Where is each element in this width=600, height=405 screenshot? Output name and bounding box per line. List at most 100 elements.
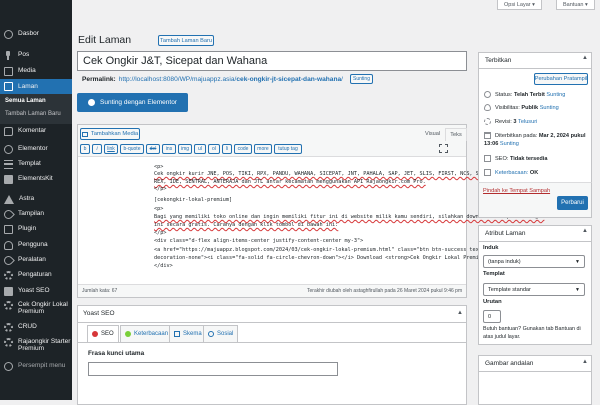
menu-templates[interactable]: Templat xyxy=(0,157,72,171)
gear-icon xyxy=(4,322,13,332)
menu-elementskit[interactable]: ElementsKit xyxy=(0,172,72,186)
chevron-up-icon[interactable]: ▲ xyxy=(582,359,588,365)
menu-cek-ongkir[interactable]: Cek Ongkir Lokal Premium xyxy=(0,298,72,320)
chevron-up-icon[interactable]: ▲ xyxy=(582,228,588,234)
pin-icon xyxy=(4,50,13,60)
gear-icon xyxy=(4,338,13,347)
media-icon xyxy=(81,131,88,137)
screen-options-tab[interactable]: Opsi Layar ▾ xyxy=(497,0,542,10)
yoast-tab-social[interactable]: Sosial xyxy=(203,325,239,342)
order-input[interactable]: 0 xyxy=(483,310,501,323)
qt-blockquote[interactable]: b-quote xyxy=(120,144,144,154)
help-tab[interactable]: Bantuan ▾ xyxy=(556,0,595,10)
revisions-browse-link[interactable]: Telusuri xyxy=(518,119,537,125)
yoast-seo-icon xyxy=(484,155,491,162)
qt-ul[interactable]: ul xyxy=(194,144,206,154)
add-new-page-button[interactable]: Tambah Laman Baru xyxy=(158,35,214,46)
astra-icon xyxy=(4,194,14,204)
user-icon xyxy=(4,240,13,250)
menu-astra[interactable]: Astra xyxy=(0,192,72,206)
submenu-all-pages[interactable]: Semua Laman xyxy=(5,98,46,104)
qt-more[interactable]: more xyxy=(254,144,272,154)
edit-with-elementor-button[interactable]: Sunting dengan Elementor xyxy=(77,93,188,112)
tab-text[interactable]: Teks xyxy=(445,128,467,141)
collapse-icon xyxy=(4,361,13,371)
menu-users[interactable]: Pengguna xyxy=(0,238,72,252)
menu-crud[interactable]: CRUD xyxy=(0,320,72,334)
qt-del[interactable]: del xyxy=(146,144,160,154)
update-button[interactable]: Perbarui xyxy=(557,196,588,210)
revisions-icon xyxy=(484,118,491,125)
menu-tools[interactable]: Peralatan xyxy=(0,253,72,267)
divider xyxy=(77,342,467,343)
templates-icon xyxy=(4,159,13,169)
visibility-edit-link[interactable]: Sunting xyxy=(540,105,559,111)
menu-yoast[interactable]: Yoast SEO xyxy=(0,284,72,298)
published-edit-link[interactable]: Sunting xyxy=(500,141,519,147)
parent-label: Induk xyxy=(483,245,499,251)
share-icon xyxy=(208,331,214,337)
code-line: [cekongkir-lokal-premium] xyxy=(154,197,233,203)
qt-bold[interactable]: b xyxy=(80,144,90,154)
menu-collapse[interactable]: Persempit menu xyxy=(0,359,72,373)
qt-code[interactable]: code xyxy=(234,144,252,154)
template-select[interactable]: Template standar ▼ xyxy=(483,283,585,296)
qt-li[interactable]: li xyxy=(222,144,232,154)
yoast-tab-readability[interactable]: Keterbacaan xyxy=(120,325,174,342)
readability-dot-icon xyxy=(125,331,131,337)
gear-icon xyxy=(4,301,13,310)
brush-icon xyxy=(2,207,15,221)
elementor-icon xyxy=(88,99,95,106)
permalink-url[interactable]: http://localhost:8080/WP/majuappz.asia/c… xyxy=(119,76,343,83)
qt-link[interactable]: link xyxy=(104,144,118,154)
qt-italic[interactable]: i xyxy=(92,144,102,154)
menu-media[interactable]: Media xyxy=(0,64,72,78)
menu-plugins[interactable]: Plugin xyxy=(0,222,72,236)
trash-link[interactable]: Pindah ke Tempat Sampah xyxy=(483,188,550,194)
qt-close-tags[interactable]: tutup tag xyxy=(274,144,302,154)
qt-ins[interactable]: ins xyxy=(162,144,176,154)
last-edited: Terakhir diubah oleh astaghfirullah pada… xyxy=(307,288,463,294)
menu-settings[interactable]: Pengaturan xyxy=(0,268,72,282)
menu-appearance[interactable]: Tampilan xyxy=(0,207,72,221)
title-input[interactable]: Cek Ongkir J&T, Sicepat dan Wahana xyxy=(77,51,467,71)
focus-keyphrase-input[interactable] xyxy=(88,362,338,376)
menu-comments[interactable]: Komentar xyxy=(0,124,72,138)
status-edit-link[interactable]: Sunting xyxy=(546,92,565,98)
code-line: <div class="d-flex align-items-center ju… xyxy=(154,238,364,244)
published-time-row: 13:06 Sunting xyxy=(484,141,519,147)
page-title: Edit Laman xyxy=(78,34,132,46)
code-line: decoration-none"><i class="fa-solid fa-c… xyxy=(154,255,526,261)
featured-title: Gambar andalan xyxy=(479,356,591,372)
preview-changes-button[interactable]: Perubahan Pratampil xyxy=(534,73,588,85)
menu-pages[interactable]: Laman xyxy=(0,79,72,94)
qt-img[interactable]: img xyxy=(178,144,192,154)
code-line: <p> xyxy=(154,206,164,212)
permalink-edit-button[interactable]: Sunting xyxy=(350,74,373,84)
pin-icon xyxy=(484,91,491,98)
qt-ol[interactable]: ol xyxy=(208,144,220,154)
chevron-up-icon[interactable]: ▲ xyxy=(582,55,588,61)
menu-dashboard[interactable]: Dasbor xyxy=(0,27,72,41)
yoast-tab-seo[interactable]: SEO xyxy=(87,325,119,342)
gear-icon xyxy=(4,270,13,280)
visibility-row: Visibilitas: Publik Sunting xyxy=(484,104,559,111)
add-media-button[interactable]: Tambahkan Media xyxy=(80,128,140,140)
submenu-add-page[interactable]: Tambah Laman Baru xyxy=(5,111,61,117)
menu-posts[interactable]: Pos xyxy=(0,48,72,62)
readability-icon xyxy=(484,169,491,176)
word-count: Jumlah kata: 67 xyxy=(82,288,118,294)
menu-elementor[interactable]: Elementor xyxy=(0,142,72,156)
menu-rajaongkir[interactable]: Rajaongkir Starter Premium xyxy=(0,335,72,357)
chevron-up-icon[interactable]: ▲ xyxy=(457,310,463,316)
pages-submenu: Semua Laman Tambah Laman Baru xyxy=(0,94,72,124)
page-icon xyxy=(4,82,13,91)
code-line: <p> xyxy=(154,164,164,170)
parent-select[interactable]: (tanpa induk) ▼ xyxy=(483,255,585,268)
readability-row: Keterbacaan: OK xyxy=(484,169,538,176)
yoast-tab-schema[interactable]: Skema xyxy=(169,325,207,342)
tab-visual[interactable]: Visual xyxy=(425,131,440,137)
main-area: Opsi Layar ▾ Bantuan ▾ Edit Laman Tambah… xyxy=(72,0,600,405)
media-icon xyxy=(4,66,13,76)
fullscreen-icon[interactable] xyxy=(439,144,448,153)
